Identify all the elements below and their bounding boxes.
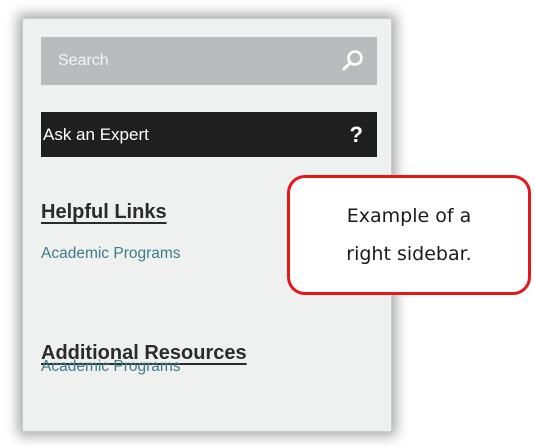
callout-line-1: Example of a bbox=[346, 205, 472, 227]
search-placeholder: Search bbox=[58, 52, 109, 69]
ask-an-expert-label: Ask an Expert bbox=[43, 124, 149, 144]
callout-line-2: right sidebar. bbox=[346, 243, 472, 265]
search-icon[interactable] bbox=[341, 49, 365, 73]
question-mark-icon: ? bbox=[349, 121, 363, 147]
helpful-links-academic-programs-link[interactable]: Academic Programs bbox=[41, 245, 181, 263]
callout-text: Example of a right sidebar. bbox=[346, 197, 471, 273]
callout-box: Example of a right sidebar. bbox=[287, 175, 531, 295]
additional-resources-academic-programs-link[interactable]: Academic Programs bbox=[41, 358, 181, 376]
search-input[interactable]: Search bbox=[41, 37, 377, 85]
helpful-links-heading: Helpful Links bbox=[41, 201, 167, 223]
ask-an-expert-button[interactable]: Ask an Expert ? bbox=[41, 112, 377, 157]
